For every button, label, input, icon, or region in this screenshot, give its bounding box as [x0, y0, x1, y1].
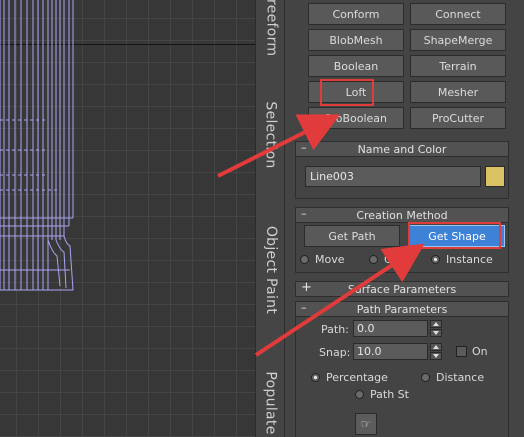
path-spinner-arrows[interactable] — [430, 320, 442, 337]
rollout-header-creation-method[interactable]: – Creation Method — [295, 207, 509, 223]
snap-on-label: On — [472, 345, 488, 358]
move-label: Move — [315, 253, 345, 266]
tab-object-paint-label: Object Paint — [263, 225, 280, 314]
terrain-button[interactable]: Terrain — [410, 55, 506, 77]
pick-shape-icon[interactable]: ☞ — [355, 413, 377, 435]
command-panel: Conform Connect BlobMesh ShapeMerge Bool… — [285, 0, 524, 437]
distance-radio[interactable]: Distance — [421, 371, 484, 384]
spinner-up-icon[interactable] — [430, 343, 442, 351]
radio-dot — [355, 390, 364, 399]
percentage-label: Percentage — [326, 371, 388, 384]
copy-radio[interactable]: Copy — [369, 253, 412, 266]
rollout-header-surface-parameters[interactable]: + Surface Parameters — [295, 280, 509, 297]
tab-freeform-label: Freeform — [263, 0, 280, 57]
tab-selection[interactable]: Selection — [256, 100, 286, 170]
snap-spinner-input[interactable]: 10.0 — [353, 343, 428, 360]
radio-dot-selected — [311, 373, 320, 382]
object-name-field[interactable]: Line003 — [305, 166, 481, 187]
path-steps-label: Path St — [370, 388, 409, 401]
collapse-icon: – — [301, 207, 307, 220]
spinner-down-icon[interactable] — [430, 352, 442, 360]
rollout-header-name-and-color[interactable]: – Name and Color — [295, 141, 509, 157]
tab-freeform[interactable]: Freeform — [256, 0, 286, 57]
snap-spinner-arrows[interactable] — [430, 343, 442, 360]
radio-dot-selected — [431, 255, 440, 264]
shapemerge-button[interactable]: ShapeMerge — [410, 29, 506, 51]
loft-wireframe-mesh — [0, 0, 74, 291]
tab-selection-label: Selection — [263, 101, 279, 169]
radio-dot — [369, 255, 378, 264]
radio-dot — [300, 255, 309, 264]
tab-populate-label: Populate — [263, 371, 279, 435]
procutter-button[interactable]: ProCutter — [410, 107, 506, 129]
rollout-title: Surface Parameters — [347, 282, 457, 296]
boolean-button[interactable]: Boolean — [308, 55, 404, 77]
viewport[interactable] — [0, 0, 255, 437]
collapse-icon: – — [301, 141, 307, 154]
tab-populate[interactable]: Populate — [256, 366, 286, 437]
snap-label: Snap: — [319, 346, 351, 359]
path-label: Path: — [321, 323, 349, 336]
path-spinner-input[interactable]: 0.0 — [353, 320, 428, 337]
distance-label: Distance — [436, 371, 485, 384]
percentage-radio[interactable]: Percentage — [311, 371, 388, 384]
connect-button[interactable]: Connect — [410, 3, 506, 25]
blobmesh-button[interactable]: BlobMesh — [308, 29, 404, 51]
tab-object-paint[interactable]: Object Paint — [256, 222, 286, 317]
loft-highlight-box — [320, 79, 374, 106]
get-path-button[interactable]: Get Path — [304, 225, 400, 247]
app-window: Freeform Selection Object Paint Populate… — [0, 0, 524, 437]
proboolean-button[interactable]: ProBoolean — [308, 107, 404, 129]
rollout-header-path-parameters[interactable]: – Path Parameters — [295, 301, 509, 317]
copy-label: Copy — [384, 253, 412, 266]
spinner-up-icon[interactable] — [430, 320, 442, 328]
mesher-button[interactable]: Mesher — [410, 81, 506, 103]
rollout-title: Creation Method — [356, 208, 448, 222]
rollout-title: Path Parameters — [356, 302, 448, 316]
instance-label: Instance — [446, 253, 493, 266]
instance-radio[interactable]: Instance — [431, 253, 493, 266]
ribbon-tab-strip: Freeform Selection Object Paint Populate — [255, 0, 285, 437]
move-radio[interactable]: Move — [300, 253, 345, 266]
get-shape-highlight-box — [408, 222, 501, 249]
rollout-title: Name and Color — [357, 142, 447, 156]
expand-icon: + — [301, 280, 312, 295]
snap-on-checkbox[interactable] — [456, 346, 467, 357]
conform-button[interactable]: Conform — [308, 3, 404, 25]
path-steps-radio[interactable]: Path St — [355, 388, 409, 401]
object-color-swatch[interactable] — [485, 166, 505, 187]
radio-dot — [421, 373, 430, 382]
collapse-icon: – — [301, 301, 307, 314]
spinner-down-icon[interactable] — [430, 329, 442, 337]
